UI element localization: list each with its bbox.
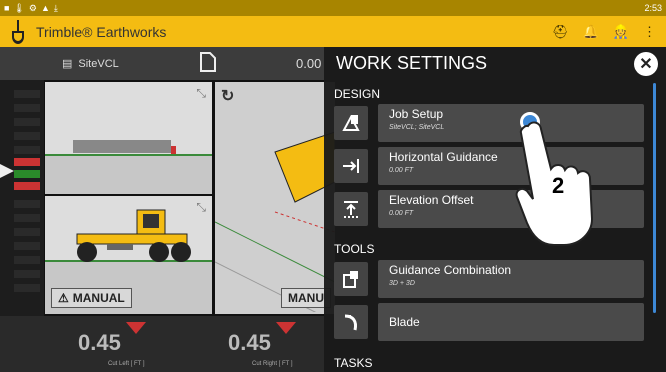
blade-icon	[334, 305, 368, 339]
design-selector[interactable]: ▤ SiteVCL	[62, 57, 119, 71]
cut-right-arrow-icon	[276, 322, 296, 334]
section-tasks: TASKS	[334, 356, 373, 370]
app-title: Trimble® Earthworks	[36, 23, 167, 40]
elevation-indicator	[0, 80, 44, 316]
guidance-views: ⤡ ⤡ ⚠ MANUAL ↻ MANU	[44, 80, 335, 316]
thermometer-icon: 🌡	[13, 2, 25, 13]
guidance-combination-item[interactable]: Guidance Combination 3D + 3D	[334, 260, 644, 298]
warning-icon: ▲	[40, 2, 50, 13]
status-bar: ■ 🌡 ⚙ ▲ ⤓ 2:53	[0, 0, 666, 16]
shovel-logo-icon[interactable]	[0, 16, 36, 47]
status-time: 2:53	[644, 3, 662, 13]
guidance-combination-icon	[334, 262, 368, 296]
bell-icon[interactable]: 🔔	[583, 24, 599, 40]
cut-left-arrow-icon	[126, 322, 146, 334]
toolbar-value: 0.00	[296, 56, 322, 71]
panel-scrollbar[interactable]	[653, 83, 656, 313]
design-file-icon: ▤	[62, 58, 73, 70]
download-icon: ⤓	[53, 2, 58, 13]
step-number: 2	[552, 173, 564, 198]
profile-view[interactable]: ⤡	[45, 82, 212, 194]
plan-view[interactable]: ↻ MANU	[215, 82, 335, 314]
cut-left-label: Cut Left [ FT ]	[108, 361, 145, 367]
pointing-hand-icon: 2	[515, 121, 594, 246]
status-icons: ■ 🌡 ⚙ ▲ ⤓	[4, 3, 58, 14]
elevation-offset-icon	[334, 192, 368, 226]
cut-right-label: Cut Right [ FT ]	[252, 361, 293, 367]
cut-readouts: 0.45 Cut Left [ FT ] 0.45 Cut Right [ FT…	[0, 316, 324, 372]
guidance-combination-label: Guidance Combination	[389, 263, 512, 277]
horizontal-guidance-icon	[334, 149, 368, 183]
cut-right-value: 0.45	[228, 330, 271, 355]
section-design: DESIGN	[334, 87, 381, 101]
close-icon[interactable]: ✕	[634, 52, 658, 76]
app-bar: Trimble® Earthworks ⛑ 🔔 👷 ⋮	[0, 16, 666, 47]
helmet-icon[interactable]: ⛑	[552, 24, 569, 40]
section-tools: TOOLS	[334, 242, 375, 256]
expand-icon[interactable]: ⤡	[196, 86, 206, 101]
manual-mode-badge: ⚠ MANUAL	[51, 288, 132, 308]
design-name: SiteVCL	[78, 57, 119, 70]
cut-left-value: 0.45	[78, 330, 121, 355]
blade-label: Blade	[389, 315, 420, 329]
work-settings-panel: WORK SETTINGS ✕ DESIGN Job Setup SiteVCL…	[324, 47, 666, 372]
warning-icon: ⚠	[58, 291, 69, 305]
machine-view[interactable]: ⤡ ⚠ MANUAL	[45, 196, 212, 314]
job-setup-icon	[334, 106, 368, 140]
settings-icon: ⚙	[28, 2, 37, 13]
elevation-pointer-icon	[0, 164, 14, 178]
blade-item[interactable]: Blade	[334, 303, 644, 341]
guidance-combination-value: 3D + 3D	[389, 280, 415, 287]
operator-icon[interactable]: 👷	[613, 24, 629, 40]
document-icon[interactable]	[200, 52, 216, 75]
expand-icon[interactable]: ⤡	[196, 200, 206, 215]
panel-title: WORK SETTINGS	[336, 53, 488, 73]
square-icon: ■	[4, 2, 10, 13]
rotate-icon[interactable]: ↻	[221, 86, 234, 106]
overflow-menu-icon[interactable]: ⋮	[643, 24, 656, 40]
